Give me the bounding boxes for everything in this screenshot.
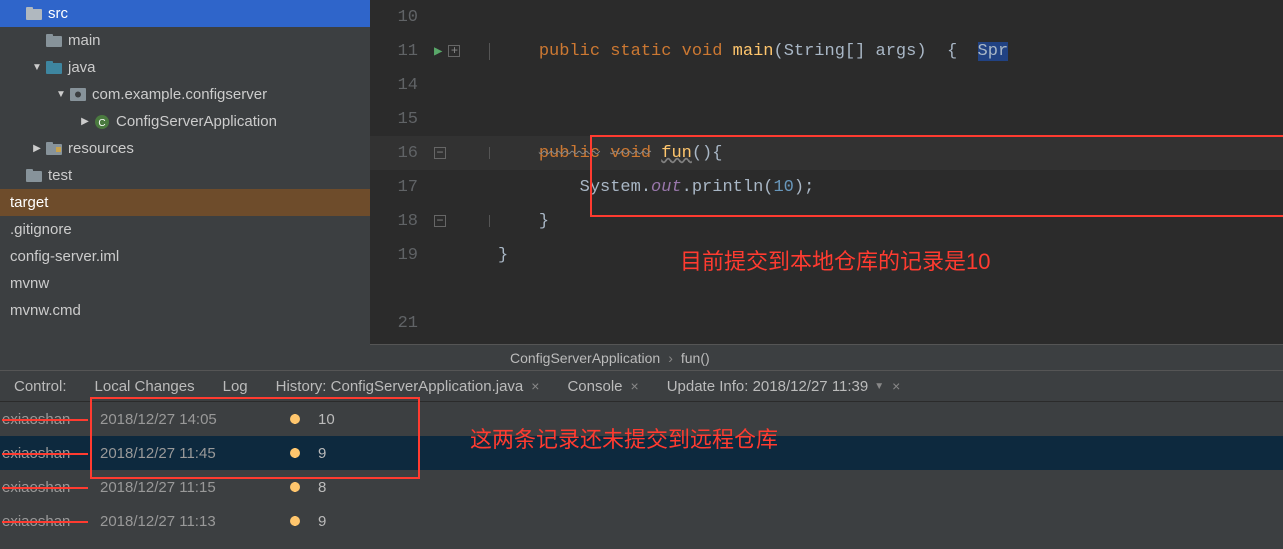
chevron-right-icon: › xyxy=(668,350,673,366)
folder-icon xyxy=(24,169,44,182)
commit-graph xyxy=(280,414,310,424)
log-date: 2018/12/27 11:45 xyxy=(100,445,280,462)
log-row[interactable]: exiaoshan 2018/12/27 11:15 8 xyxy=(0,470,1283,504)
line-number: 18 xyxy=(370,212,426,231)
vc-control-label: Control: xyxy=(0,371,81,401)
tree-label: main xyxy=(68,32,101,49)
commit-graph xyxy=(280,516,310,526)
tree-label: resources xyxy=(68,140,134,157)
log-message: 9 xyxy=(310,513,326,530)
tree-label: java xyxy=(68,59,96,76)
line-number: 15 xyxy=(370,110,426,129)
tab-console[interactable]: Console× xyxy=(553,371,652,401)
log-date: 2018/12/27 11:13 xyxy=(100,513,280,530)
tree-item-src[interactable]: src xyxy=(0,0,370,27)
git-log: exiaoshan 2018/12/27 14:05 10 exiaoshan … xyxy=(0,402,1283,549)
class-icon: C xyxy=(92,114,112,130)
tree-item-mvnw[interactable]: mvnw xyxy=(0,270,370,297)
breadcrumb-item[interactable]: fun() xyxy=(681,350,710,366)
tree-label: config-server.iml xyxy=(10,248,119,265)
code-line[interactable]: } xyxy=(490,246,1283,265)
code-editor[interactable]: 10 11 ▶ + public static void main(String… xyxy=(370,0,1283,370)
line-number: 19 xyxy=(370,246,426,265)
log-row[interactable]: exiaoshan 2018/12/27 11:45 9 xyxy=(0,436,1283,470)
breadcrumb-item[interactable]: ConfigServerApplication xyxy=(510,350,660,366)
tree-label: target xyxy=(10,194,48,211)
close-icon[interactable]: × xyxy=(531,378,539,394)
tree-item-resources[interactable]: ▶ resources xyxy=(0,135,370,162)
svg-text:C: C xyxy=(98,118,105,129)
log-author: exiaoshan xyxy=(0,411,100,428)
log-author: exiaoshan xyxy=(0,479,100,496)
log-message: 10 xyxy=(310,411,335,428)
log-date: 2018/12/27 11:15 xyxy=(100,479,280,496)
commit-graph xyxy=(280,448,310,458)
package-icon xyxy=(68,88,88,101)
tree-item-mvnwcmd[interactable]: mvnw.cmd xyxy=(0,297,370,324)
folder-icon xyxy=(44,34,64,47)
chevron-down-icon[interactable]: ▼ xyxy=(54,89,68,100)
tree-item-java[interactable]: ▼ java xyxy=(0,54,370,81)
log-date: 2018/12/27 14:05 xyxy=(100,411,280,428)
log-row[interactable]: exiaoshan 2018/12/27 11:13 9 xyxy=(0,504,1283,538)
tree-label: com.example.configserver xyxy=(92,86,267,103)
fold-expand-icon[interactable]: + xyxy=(448,45,460,57)
tree-label: .gitignore xyxy=(10,221,72,238)
tree-item-class[interactable]: ▶ C ConfigServerApplication xyxy=(0,108,370,135)
chevron-right-icon[interactable]: ▶ xyxy=(78,116,92,127)
tree-item-iml[interactable]: config-server.iml xyxy=(0,243,370,270)
line-number: 11 xyxy=(370,42,426,61)
tree-label: ConfigServerApplication xyxy=(116,113,277,130)
fold-collapse-icon[interactable]: − xyxy=(434,215,446,227)
chevron-right-icon[interactable]: ▶ xyxy=(30,143,44,154)
tree-label: test xyxy=(48,167,72,184)
chevron-down-icon[interactable]: ▼ xyxy=(30,62,44,73)
tab-log[interactable]: Log xyxy=(209,371,262,401)
log-row[interactable]: exiaoshan 2018/12/27 14:05 10 xyxy=(0,402,1283,436)
close-icon[interactable]: × xyxy=(631,378,639,394)
code-line[interactable]: public void fun(){ xyxy=(490,144,1283,163)
run-icon[interactable]: ▶ xyxy=(434,43,442,60)
tree-item-test[interactable]: test xyxy=(0,162,370,189)
log-message: 8 xyxy=(310,479,326,496)
project-tree: src main ▼ java ▼ com.example.configserv… xyxy=(0,0,370,370)
line-number: 10 xyxy=(370,8,426,27)
tree-label: src xyxy=(48,5,68,22)
log-author: exiaoshan xyxy=(0,513,100,530)
tab-local-changes[interactable]: Local Changes xyxy=(81,371,209,401)
folder-icon xyxy=(44,142,64,155)
chevron-down-icon[interactable]: ▼ xyxy=(874,381,884,392)
commit-graph xyxy=(280,482,310,492)
code-line[interactable]: public static void main(String[] args) {… xyxy=(490,42,1283,61)
line-number: 14 xyxy=(370,76,426,95)
close-icon[interactable]: × xyxy=(892,378,900,394)
fold-collapse-icon[interactable]: − xyxy=(434,147,446,159)
folder-icon xyxy=(24,7,44,20)
tab-update-info[interactable]: Update Info: 2018/12/27 11:39▼× xyxy=(653,371,915,401)
code-line[interactable]: System.out.println(10); xyxy=(490,178,1283,197)
log-message: 9 xyxy=(310,445,326,462)
log-author: exiaoshan xyxy=(0,445,100,462)
version-control-tabs: Control: Local Changes Log History: Conf… xyxy=(0,370,1283,402)
tree-item-gitignore[interactable]: .gitignore xyxy=(0,216,370,243)
code-line[interactable]: } xyxy=(490,212,1283,231)
tab-history[interactable]: History: ConfigServerApplication.java× xyxy=(262,371,554,401)
breadcrumb: ConfigServerApplication › fun() xyxy=(370,344,1283,370)
tree-item-target[interactable]: target xyxy=(0,189,370,216)
line-number: 21 xyxy=(370,314,426,333)
tree-label: mvnw xyxy=(10,275,49,292)
tree-item-main[interactable]: main xyxy=(0,27,370,54)
folder-icon xyxy=(44,61,64,74)
tree-item-package[interactable]: ▼ com.example.configserver xyxy=(0,81,370,108)
line-number: 16 xyxy=(370,144,426,163)
line-number: 17 xyxy=(370,178,426,197)
tree-label: mvnw.cmd xyxy=(10,302,81,319)
